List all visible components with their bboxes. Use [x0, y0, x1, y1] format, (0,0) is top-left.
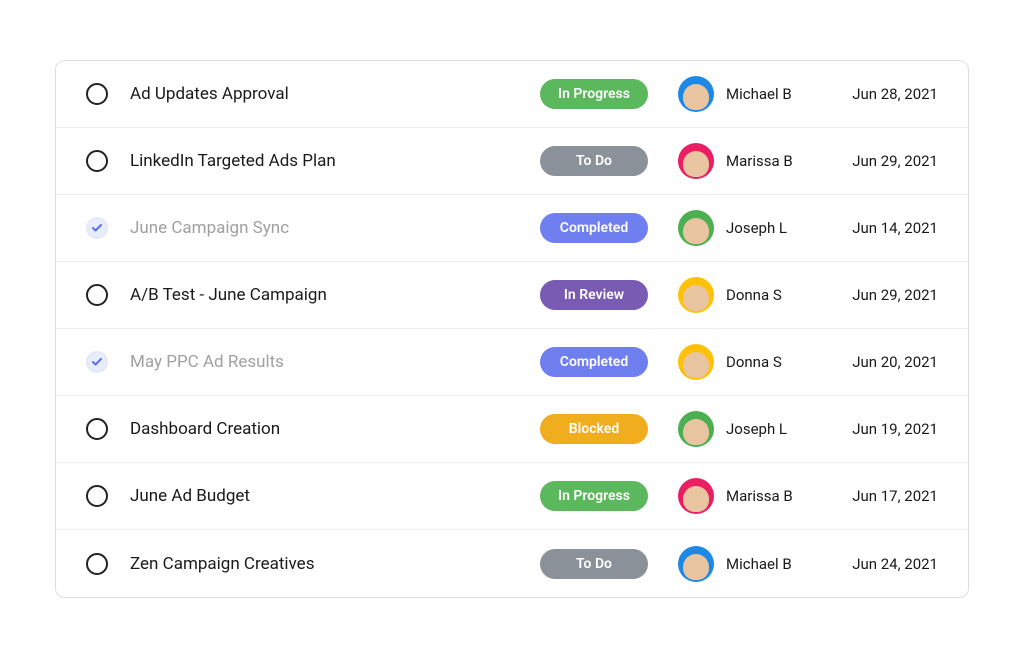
task-date: Jun 28, 2021 [828, 85, 938, 103]
avatar-face [683, 285, 709, 311]
avatar-face [683, 486, 709, 512]
avatar [678, 143, 714, 179]
status-badge[interactable]: Blocked [540, 414, 648, 444]
avatar-face [683, 352, 709, 378]
task-row[interactable]: Zen Campaign CreativesTo Do Michael B Jun … [56, 530, 968, 597]
task-date: Jun 19, 2021 [828, 420, 938, 438]
assignee[interactable]: Marissa B [678, 143, 828, 179]
assignee[interactable]: Donna S [678, 344, 828, 380]
task-list: Ad Updates ApprovalIn ProgressMichael BJ… [55, 60, 969, 598]
task-date: Jun 14, 2021 [828, 219, 938, 237]
task-checkbox[interactable] [86, 83, 108, 105]
task-date: Jun 20, 2021 [828, 353, 938, 371]
task-row[interactable]: May PPC Ad ResultsCompleted Donna S Jun 20… [56, 329, 968, 396]
assignee[interactable]: Marissa B [678, 478, 828, 514]
assignee-name: Joseph L [726, 219, 787, 237]
assignee-name: Joseph L [726, 420, 787, 438]
task-row[interactable]: A/B Test - June CampaignIn Review Donna S… [56, 262, 968, 329]
assignee-name: Michael B [726, 85, 792, 103]
assignee[interactable]: Donna S [678, 277, 828, 313]
assignee[interactable]: Joseph L [678, 411, 828, 447]
assignee[interactable]: Michael B [678, 76, 828, 112]
avatar [678, 76, 714, 112]
assignee[interactable]: Joseph L [678, 210, 828, 246]
avatar-face [683, 554, 709, 580]
status-badge[interactable]: In Progress [540, 79, 648, 109]
assignee-name: Michael B [726, 555, 792, 573]
check-icon [91, 356, 103, 368]
avatar [678, 277, 714, 313]
task-date: Jun 29, 2021 [828, 152, 938, 170]
status-badge[interactable]: To Do [540, 146, 648, 176]
task-title: A/B Test - June Campaign [130, 285, 540, 305]
task-checkbox[interactable] [86, 485, 108, 507]
task-title: Ad Updates Approval [130, 84, 540, 104]
status-badge[interactable]: Completed [540, 213, 648, 243]
task-checkbox[interactable] [86, 150, 108, 172]
avatar-face [683, 84, 709, 110]
avatar-face [683, 151, 709, 177]
task-title: Dashboard Creation [130, 419, 540, 439]
task-title: June Ad Budget [130, 486, 540, 506]
avatar-face [683, 419, 709, 445]
task-title: LinkedIn Targeted Ads Plan [130, 151, 540, 171]
avatar [678, 344, 714, 380]
task-date: Jun 29, 2021 [828, 286, 938, 304]
task-date: Jun 17, 2021 [828, 487, 938, 505]
status-badge[interactable]: In Review [540, 280, 648, 310]
task-title: Zen Campaign Creatives [130, 554, 540, 574]
task-title: May PPC Ad Results [130, 352, 540, 372]
avatar [678, 210, 714, 246]
avatar [678, 478, 714, 514]
task-row[interactable]: June Campaign SyncCompleted Joseph L Jun 1… [56, 195, 968, 262]
assignee-name: Marissa B [726, 487, 793, 505]
status-badge[interactable]: To Do [540, 549, 648, 579]
assignee-name: Donna S [726, 286, 782, 304]
avatar [678, 546, 714, 582]
task-row[interactable]: Ad Updates ApprovalIn Progress Michael B J… [56, 61, 968, 128]
task-checkbox[interactable] [86, 284, 108, 306]
task-row[interactable]: Dashboard CreationBlocked Joseph L Jun 19,… [56, 396, 968, 463]
task-date: Jun 24, 2021 [828, 555, 938, 573]
task-row[interactable]: June Ad BudgetIn Progress Marissa B Jun 17… [56, 463, 968, 530]
assignee-name: Donna S [726, 353, 782, 371]
task-checkbox[interactable] [86, 553, 108, 575]
task-checkbox[interactable] [86, 418, 108, 440]
check-icon [91, 222, 103, 234]
task-checkbox[interactable] [86, 351, 108, 373]
assignee[interactable]: Michael B [678, 546, 828, 582]
status-badge[interactable]: Completed [540, 347, 648, 377]
avatar [678, 411, 714, 447]
status-badge[interactable]: In Progress [540, 481, 648, 511]
task-checkbox[interactable] [86, 217, 108, 239]
task-title: June Campaign Sync [130, 218, 540, 238]
task-row[interactable]: LinkedIn Targeted Ads PlanTo Do Marissa B… [56, 128, 968, 195]
assignee-name: Marissa B [726, 152, 793, 170]
avatar-face [683, 218, 709, 244]
